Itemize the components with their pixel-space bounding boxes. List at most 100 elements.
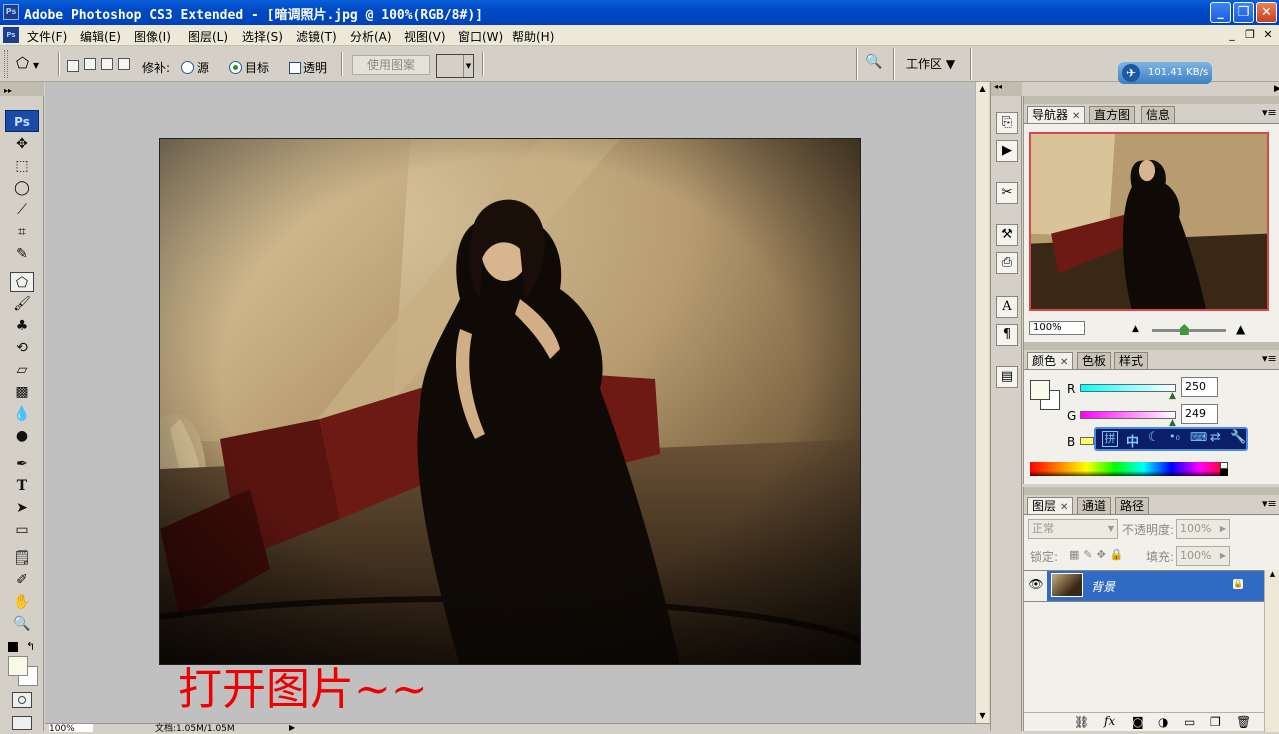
move-tool-icon[interactable]: ✥ (10, 134, 34, 154)
menu-image[interactable]: 图像(I) (134, 28, 171, 45)
blend-mode-select[interactable]: 正常 ▼ (1028, 519, 1118, 539)
slice-tool-icon[interactable]: ✎ (10, 244, 34, 264)
scroll-down-icon[interactable]: ▼ (976, 709, 989, 723)
new-layer-icon[interactable]: ❐ (1210, 715, 1221, 729)
panel-grip[interactable] (1024, 342, 1279, 350)
tab-navigator[interactable]: 导航器 ✕ (1027, 106, 1086, 123)
scroll-up-icon[interactable]: ▲ (976, 82, 989, 96)
foreground-color-swatch[interactable] (1030, 380, 1050, 400)
layer-row[interactable]: 👁 背景 🔒 (1024, 570, 1264, 602)
menu-view[interactable]: 视图(V) (404, 28, 446, 45)
doc-minimize-button[interactable]: _ (1224, 27, 1240, 42)
target-radio[interactable] (229, 61, 242, 74)
dodge-tool-icon[interactable]: ● (10, 426, 34, 446)
close-icon[interactable]: ✕ (1060, 357, 1068, 368)
delete-layer-icon[interactable]: 🗑 (1236, 715, 1251, 729)
tab-styles[interactable]: 样式 (1114, 352, 1149, 369)
r-slider[interactable] (1080, 384, 1176, 392)
panel-menu-icon[interactable]: ▾≡ (1262, 352, 1277, 365)
blur-tool-icon[interactable]: 💧 (10, 404, 34, 424)
photoshop-app-icon[interactable]: Ps (3, 4, 19, 20)
tool-preset-picker[interactable]: ⬠ ▼ (16, 53, 52, 73)
opacity-field[interactable]: 100% ▶ (1176, 519, 1230, 539)
pattern-picker[interactable]: ▼ (436, 54, 474, 78)
ime-switch-icon[interactable]: ⇄ (1210, 430, 1221, 445)
history-brush-tool-icon[interactable]: ⟲ (10, 338, 34, 358)
path-selection-tool-icon[interactable]: ➤ (10, 498, 34, 518)
b-slider[interactable] (1080, 437, 1094, 445)
lasso-tool-icon[interactable]: ◯ (10, 178, 34, 198)
menu-window[interactable]: 窗口(W) (458, 28, 503, 45)
layer-comps-icon[interactable]: ▤ (996, 366, 1018, 388)
layer-row-selected[interactable]: 背景 🔒 (1047, 571, 1264, 601)
foreground-color-swatch[interactable] (8, 656, 28, 676)
actions-icon[interactable]: ▶ (996, 140, 1018, 162)
tab-layers[interactable]: 图层 ✕ (1027, 497, 1074, 514)
add-selection-icon[interactable] (84, 58, 96, 70)
type-tool-icon[interactable]: T (10, 476, 34, 496)
bridge-icon[interactable]: 🔍 (865, 54, 887, 74)
ime-punctuation-icon[interactable]: •₀ (1169, 430, 1180, 443)
menu-layer[interactable]: 图层(L) (188, 28, 228, 45)
zoom-tool-icon[interactable]: 🔍 (10, 614, 34, 634)
zoom-slider-thumb[interactable] (1179, 324, 1189, 335)
r-slider-thumb[interactable]: ▲ (1169, 391, 1176, 401)
history-icon[interactable]: ⎘ (996, 112, 1018, 134)
navigator-zoom-field[interactable]: 100% (1029, 321, 1085, 335)
panel-grip[interactable] (1024, 96, 1279, 104)
transparent-checkbox[interactable] (289, 62, 301, 74)
options-grip[interactable] (4, 50, 8, 78)
g-value-field[interactable]: 249 (1181, 404, 1218, 424)
zoom-out-icon[interactable]: ▲ (1132, 324, 1139, 334)
pen-tool-icon[interactable]: ✒ (10, 454, 34, 474)
ramp-white-swatch[interactable] (1220, 462, 1228, 469)
fill-field[interactable]: 100% ▶ (1176, 546, 1230, 566)
swap-colors-icon[interactable]: ↰ (26, 640, 35, 653)
link-layers-icon[interactable]: ⛓ (1074, 715, 1089, 729)
intersect-selection-icon[interactable] (118, 58, 130, 70)
subtract-selection-icon[interactable] (101, 58, 113, 70)
ime-logo[interactable]: 拼 (1102, 431, 1118, 447)
panel-menu-icon[interactable]: ▾≡ (1262, 497, 1277, 510)
menu-edit[interactable]: 编辑(E) (80, 28, 121, 45)
lock-options-icons[interactable]: ▦✎✥🔒 (1069, 548, 1128, 561)
doc-restore-button[interactable]: ❐ (1242, 27, 1258, 42)
clone-stamp-tool-icon[interactable]: ♣ (10, 316, 34, 336)
character-icon[interactable]: A (996, 296, 1018, 318)
tab-swatches[interactable]: 色板 (1077, 352, 1112, 369)
tab-histogram[interactable]: 直方图 (1089, 106, 1136, 123)
tab-paths[interactable]: 路径 (1115, 497, 1150, 514)
close-button[interactable]: ✕ (1256, 2, 1277, 23)
scroll-up-icon[interactable]: ▲ (1265, 570, 1279, 578)
magic-wand-tool-icon[interactable]: ⟋ (10, 200, 34, 220)
navigator-view-box[interactable] (1029, 132, 1269, 311)
new-selection-icon[interactable] (67, 60, 79, 72)
restore-button[interactable]: ❐ (1233, 2, 1254, 23)
dock-grip[interactable]: ◂◂ (991, 82, 1022, 96)
tab-info[interactable]: 信息 (1141, 106, 1176, 123)
vertical-scrollbar[interactable]: ▲ ▼ (975, 82, 989, 723)
panel-grip[interactable] (1024, 487, 1279, 495)
tab-color[interactable]: 颜色 ✕ (1027, 352, 1074, 369)
ime-settings-icon[interactable]: 🔧 (1230, 430, 1246, 445)
use-pattern-button[interactable]: 使用图案 (352, 55, 430, 75)
g-slider[interactable] (1080, 411, 1176, 419)
panel-menu-icon[interactable]: ▾≡ (1262, 106, 1277, 119)
layers-scrollbar[interactable]: ▲ (1264, 570, 1279, 732)
r-value-field[interactable]: 250 (1181, 377, 1218, 397)
document-icon[interactable]: Ps (3, 27, 19, 43)
crop-tool-icon[interactable]: ⌗ (10, 222, 34, 242)
color-ramp[interactable] (1030, 462, 1228, 476)
workspace-menu[interactable]: 工作区 ▼ (906, 55, 955, 72)
add-mask-icon[interactable]: ◙ (1132, 715, 1144, 729)
quick-mask-icon[interactable] (12, 692, 32, 708)
brush-tool-icon[interactable]: 🖌 (10, 294, 34, 314)
document-image[interactable] (159, 138, 861, 665)
marquee-tool-icon[interactable]: ⬚ (10, 156, 34, 176)
eraser-tool-icon[interactable]: ▱ (10, 360, 34, 380)
menu-help[interactable]: 帮助(H) (512, 28, 554, 45)
ime-toolbar[interactable]: 拼 中 ☾ •₀ ⌨ ⇄ 🔧 (1094, 427, 1248, 451)
ime-keyboard-icon[interactable]: ⌨ (1190, 430, 1207, 444)
menu-file[interactable]: 文件(F) (27, 28, 67, 45)
eye-icon[interactable]: 👁 (1027, 577, 1045, 595)
